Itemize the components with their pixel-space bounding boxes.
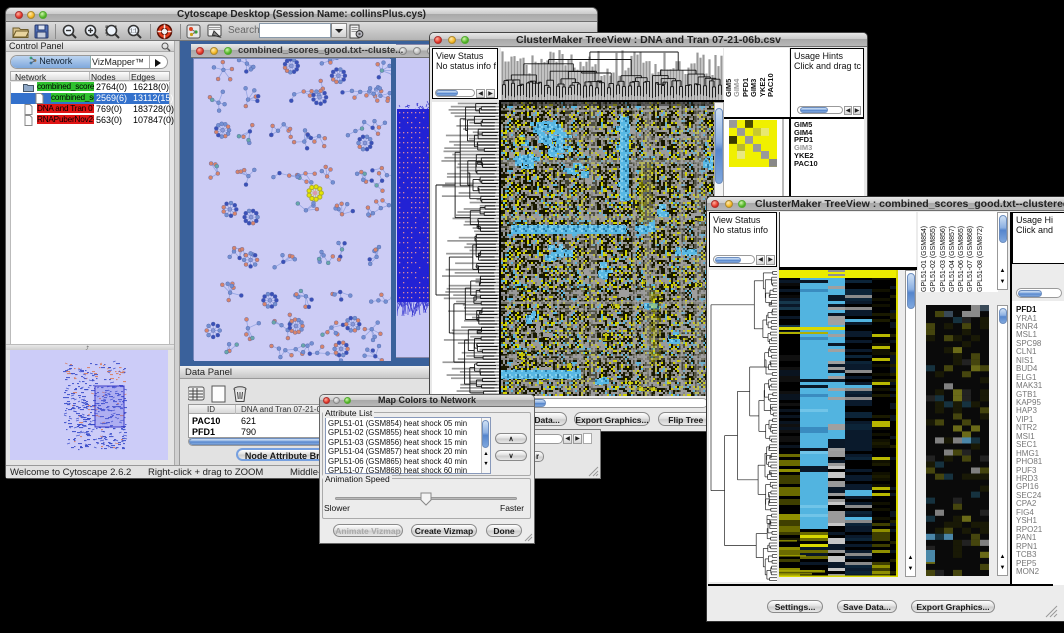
- svg-text:1:1: 1:1: [130, 29, 137, 35]
